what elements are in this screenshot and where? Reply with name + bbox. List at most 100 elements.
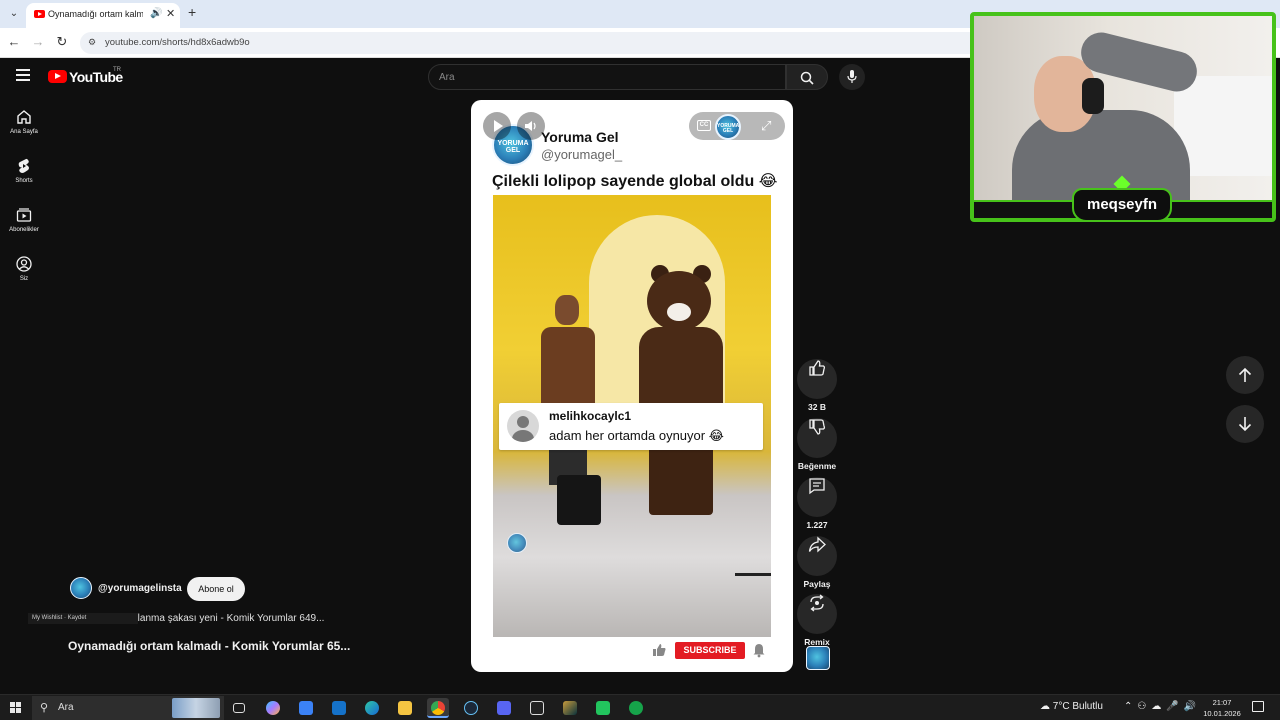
- volume-icon[interactable]: [517, 112, 545, 140]
- search-icon: [800, 71, 814, 85]
- edge-icon[interactable]: [361, 698, 383, 718]
- streamer-name: meqseyfn: [1086, 196, 1158, 213]
- store-icon[interactable]: [295, 698, 317, 718]
- youtube-logo[interactable]: YouTube TR: [48, 67, 128, 87]
- windows-taskbar: ⚲ Ara ☁ 7°C Bulutlu ⌃⚇☁🎤🔊 21:07 10.01.20…: [0, 694, 1280, 720]
- sound-source-avatar[interactable]: [806, 646, 830, 670]
- tab-close-icon[interactable]: ✕: [166, 7, 175, 20]
- channel-name: Yoruma Gel: [541, 129, 619, 145]
- subscribe-overlay-button[interactable]: SUBSCRIBE: [675, 642, 745, 659]
- sidebar-item-label: Siz: [19, 276, 29, 282]
- taskbar-search[interactable]: ⚲ Ara: [32, 696, 224, 720]
- channel-handle: @yorumagel_: [541, 147, 623, 162]
- weather-widget[interactable]: ☁ 7°C Bulutlu: [1040, 701, 1103, 712]
- comments-action[interactable]: 1.227: [797, 466, 837, 530]
- reload-icon[interactable]: ↻: [54, 34, 70, 50]
- search-icon: ⚲: [40, 702, 49, 714]
- system-tray-icons[interactable]: ⌃⚇☁🎤🔊: [1124, 701, 1201, 712]
- obs-like-icon[interactable]: [625, 698, 647, 718]
- tab-youtube[interactable]: Oynamadığı ortam kalmadı 🔊 ✕: [26, 3, 180, 28]
- comments-button[interactable]: [797, 477, 837, 517]
- dancing-man: [537, 295, 599, 485]
- discord-icon[interactable]: [493, 698, 515, 718]
- search-input[interactable]: [439, 69, 769, 86]
- remix-action[interactable]: Remix: [797, 583, 837, 647]
- url-bar[interactable]: ⚙ youtube.com/shorts/hd8x6adwb9o: [80, 32, 980, 54]
- thumbs-up-icon: [809, 360, 826, 376]
- player-controls-group: CC YORUMA GEL ⤢: [689, 112, 785, 140]
- next-short-button[interactable]: [1226, 405, 1264, 443]
- steam-icon[interactable]: [460, 698, 482, 718]
- subscriptions-icon: [16, 208, 32, 222]
- search-highlight-image: [172, 698, 220, 718]
- forward-icon[interactable]: →: [30, 34, 46, 49]
- notifications-icon[interactable]: [1252, 701, 1264, 712]
- suitcase: [557, 475, 601, 525]
- search-button[interactable]: [786, 64, 828, 90]
- subscribe-button[interactable]: Abone ol: [187, 577, 245, 601]
- new-tab-button[interactable]: +: [188, 4, 196, 20]
- sidebar-item-subscriptions[interactable]: Abonelikler: [0, 207, 48, 247]
- sidebar-item-you[interactable]: Siz: [0, 256, 48, 296]
- microphone-icon: [847, 70, 857, 83]
- audio-playing-icon[interactable]: 🔊: [150, 8, 162, 19]
- dislike-button[interactable]: [797, 418, 837, 458]
- shorts-player[interactable]: YORUMA GEL Yoruma Gel @yorumagel_ CC YOR…: [471, 100, 793, 672]
- sidebar-item-shorts[interactable]: Shorts: [0, 158, 48, 198]
- speaker-icon: [525, 121, 536, 131]
- watermark-text: YORUMA GEL: [717, 123, 740, 134]
- comment-text: adam her ortamda oynuyor 😂: [549, 428, 724, 443]
- bell-icon: [753, 644, 765, 658]
- epic-games-icon[interactable]: [526, 698, 548, 718]
- sidebar-item-label: Ana Sayfa: [10, 129, 38, 135]
- green-app-icon[interactable]: [592, 698, 614, 718]
- clock-date: 10.01.2026: [1203, 709, 1241, 718]
- league-launcher-icon[interactable]: [559, 698, 581, 718]
- back-icon[interactable]: ←: [6, 34, 22, 49]
- webcam-streamer: [994, 28, 1202, 200]
- windows-start-icon[interactable]: [10, 702, 22, 714]
- remix-icon: [810, 594, 824, 612]
- voice-search-button[interactable]: [839, 64, 865, 90]
- clock[interactable]: 21:07 10.01.2026: [1200, 697, 1244, 719]
- search-box: [428, 64, 786, 90]
- home-icon: [17, 110, 31, 124]
- like-button[interactable]: [797, 359, 837, 399]
- comment-card: melihkocaylc1 adam her ortamda oynuyor 😂: [499, 403, 763, 450]
- tab-title: Oynamadığı ortam kalmadı: [48, 9, 143, 19]
- like-action[interactable]: 32 B: [797, 348, 837, 412]
- share-button[interactable]: [797, 536, 837, 576]
- chrome-icon[interactable]: [427, 698, 449, 718]
- fullscreen-icon[interactable]: ⤢: [761, 118, 771, 134]
- site-info-icon[interactable]: ⚙: [88, 37, 96, 48]
- hamburger-menu-icon[interactable]: [16, 69, 30, 81]
- country-code: TR: [113, 67, 121, 73]
- taskbar-search-text: Ara: [58, 702, 74, 713]
- remix-button[interactable]: [797, 594, 837, 634]
- play-icon[interactable]: [483, 112, 511, 140]
- tab-list-button[interactable]: ⌄: [6, 6, 22, 22]
- previous-short-button[interactable]: [1226, 356, 1264, 394]
- comment-username: melihkocaylc1: [549, 409, 632, 423]
- info-channel-handle[interactable]: @yorumagelinsta: [98, 583, 182, 594]
- dislike-action[interactable]: Beğenme: [797, 407, 837, 471]
- you-icon: [16, 256, 32, 272]
- file-explorer-icon[interactable]: [394, 698, 416, 718]
- current-short-title[interactable]: Oynamadığı ortam kalmadı - Komik Yorumla…: [68, 639, 350, 653]
- comment-icon: [809, 478, 825, 495]
- comment-avatar-icon: [507, 410, 539, 442]
- bear-mascot: [633, 265, 735, 515]
- copilot-icon[interactable]: [262, 698, 284, 718]
- thumbs-down-icon: [809, 419, 826, 435]
- sidebar-item-label: Shorts: [15, 178, 33, 184]
- headset-icon: [1082, 78, 1104, 114]
- clock-time: 21:07: [1212, 698, 1232, 707]
- captions-icon[interactable]: CC: [697, 120, 711, 131]
- url-text: youtube.com/shorts/hd8x6adwb9o: [105, 37, 250, 48]
- outlook-icon[interactable]: [328, 698, 350, 718]
- info-channel-avatar[interactable]: [70, 577, 92, 599]
- task-view-icon[interactable]: [228, 698, 250, 718]
- share-action[interactable]: Paylaş: [797, 525, 837, 589]
- sidebar-item-home[interactable]: Ana Sayfa: [0, 109, 48, 149]
- youtube-favicon-icon: [34, 10, 45, 18]
